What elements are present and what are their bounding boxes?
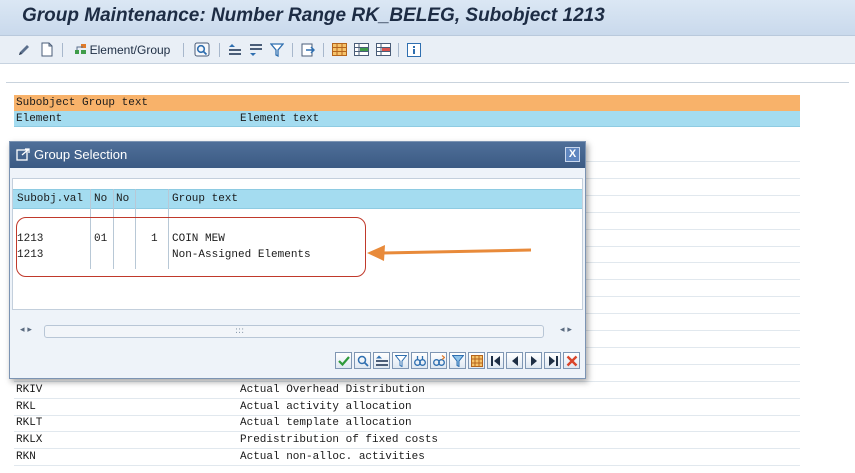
element-text-cell: Actual template allocation [240,417,412,430]
sort-ascending-icon[interactable] [373,352,390,369]
element-text-cell: Actual non-alloc. activities [240,451,425,464]
element-group-label: Element/Group [89,42,171,57]
highlight-box [16,217,366,277]
element-cell: RKL [16,400,36,413]
table-icon[interactable] [330,41,348,58]
filter-set-icon[interactable] [449,352,466,369]
scroll-left-right-icon[interactable]: ◂ ▸ [12,322,40,339]
horizontal-scrollbar[interactable]: ◂ ▸ ::: ◂ ▸ [12,322,583,339]
element-group-button[interactable]: Element/Group [69,41,175,58]
list-item[interactable]: RKL Actual activity allocation [14,399,800,416]
toolbar-separator [323,43,324,57]
filter-icon[interactable] [392,352,409,369]
delete-row-icon[interactable] [374,41,392,58]
dialog-window-icon [16,148,30,166]
list-item[interactable]: RKLX Predistribution of fixed costs [14,432,800,450]
sort-descending-icon[interactable] [247,41,265,58]
col-no-1: No [94,193,108,205]
previous-page-icon[interactable] [506,352,523,369]
window-title: Group Maintenance: Number Range RK_BELEG… [22,5,605,26]
col-no-2: No [116,193,130,205]
annotation-arrow-icon [367,245,532,261]
table-header: Subobj.val No No Group text [13,189,582,209]
element-text-header: Element text [240,113,320,125]
dialog-title-bar: Group Selection X [10,142,585,168]
scroll-track[interactable]: ::: [44,325,544,338]
toolbar-separator [183,43,184,57]
insert-row-icon[interactable] [352,41,370,58]
element-header: Element [16,113,63,125]
info-icon[interactable] [405,41,423,58]
element-text-cell: Predistribution of fixed costs [240,434,439,447]
layout-icon[interactable] [468,352,485,369]
find-icon[interactable] [411,352,428,369]
element-column-header: Element Element text [14,111,800,127]
element-text-cell: Actual activity allocation [240,400,412,413]
element-cell: RKIV [16,383,43,396]
sort-ascending-icon[interactable] [226,41,244,58]
scroll-left-right-icon[interactable]: ◂ ▸ [552,322,580,339]
col-group-text: Group text [172,193,239,205]
dialog-button-bar [335,352,580,369]
col-subobj-val: Subobj.val [17,193,84,205]
element-text-cell: Actual Overhead Distribution [240,383,425,396]
new-document-icon[interactable] [39,41,55,58]
find-icon[interactable] [193,41,211,58]
list-item[interactable]: RKIV Actual Overhead Distribution [14,382,800,399]
cancel-icon[interactable] [563,352,580,369]
list-item[interactable]: RKLT Actual template allocation [14,415,800,433]
close-icon[interactable]: X [565,147,580,162]
find-next-icon[interactable] [430,352,447,369]
export-icon[interactable] [299,41,317,58]
next-page-icon[interactable] [525,352,542,369]
title-bar: Group Maintenance: Number Range RK_BELEG… [0,0,855,36]
element-group-icon [74,43,87,56]
scroll-grip[interactable]: ::: [235,326,244,337]
toolbar-separator [62,43,63,57]
first-page-icon[interactable] [487,352,504,369]
element-cell: RKLT [16,417,43,430]
list-item[interactable]: RKN Actual non-alloc. activities [14,449,800,467]
subobject-group-header: Subobject Group text [14,95,800,111]
element-cell: RKN [16,451,36,464]
confirm-icon[interactable] [335,352,352,369]
toolbar-separator [219,43,220,57]
toolbar-separator [292,43,293,57]
element-cell: RKLX [16,434,43,447]
dialog-title: Group Selection [34,147,128,162]
pencil-icon[interactable] [16,41,32,58]
last-page-icon[interactable] [544,352,561,369]
filter-icon[interactable] [268,41,286,58]
application-toolbar: Element/Group [0,36,855,64]
toolbar-separator [398,43,399,57]
details-icon[interactable] [354,352,371,369]
